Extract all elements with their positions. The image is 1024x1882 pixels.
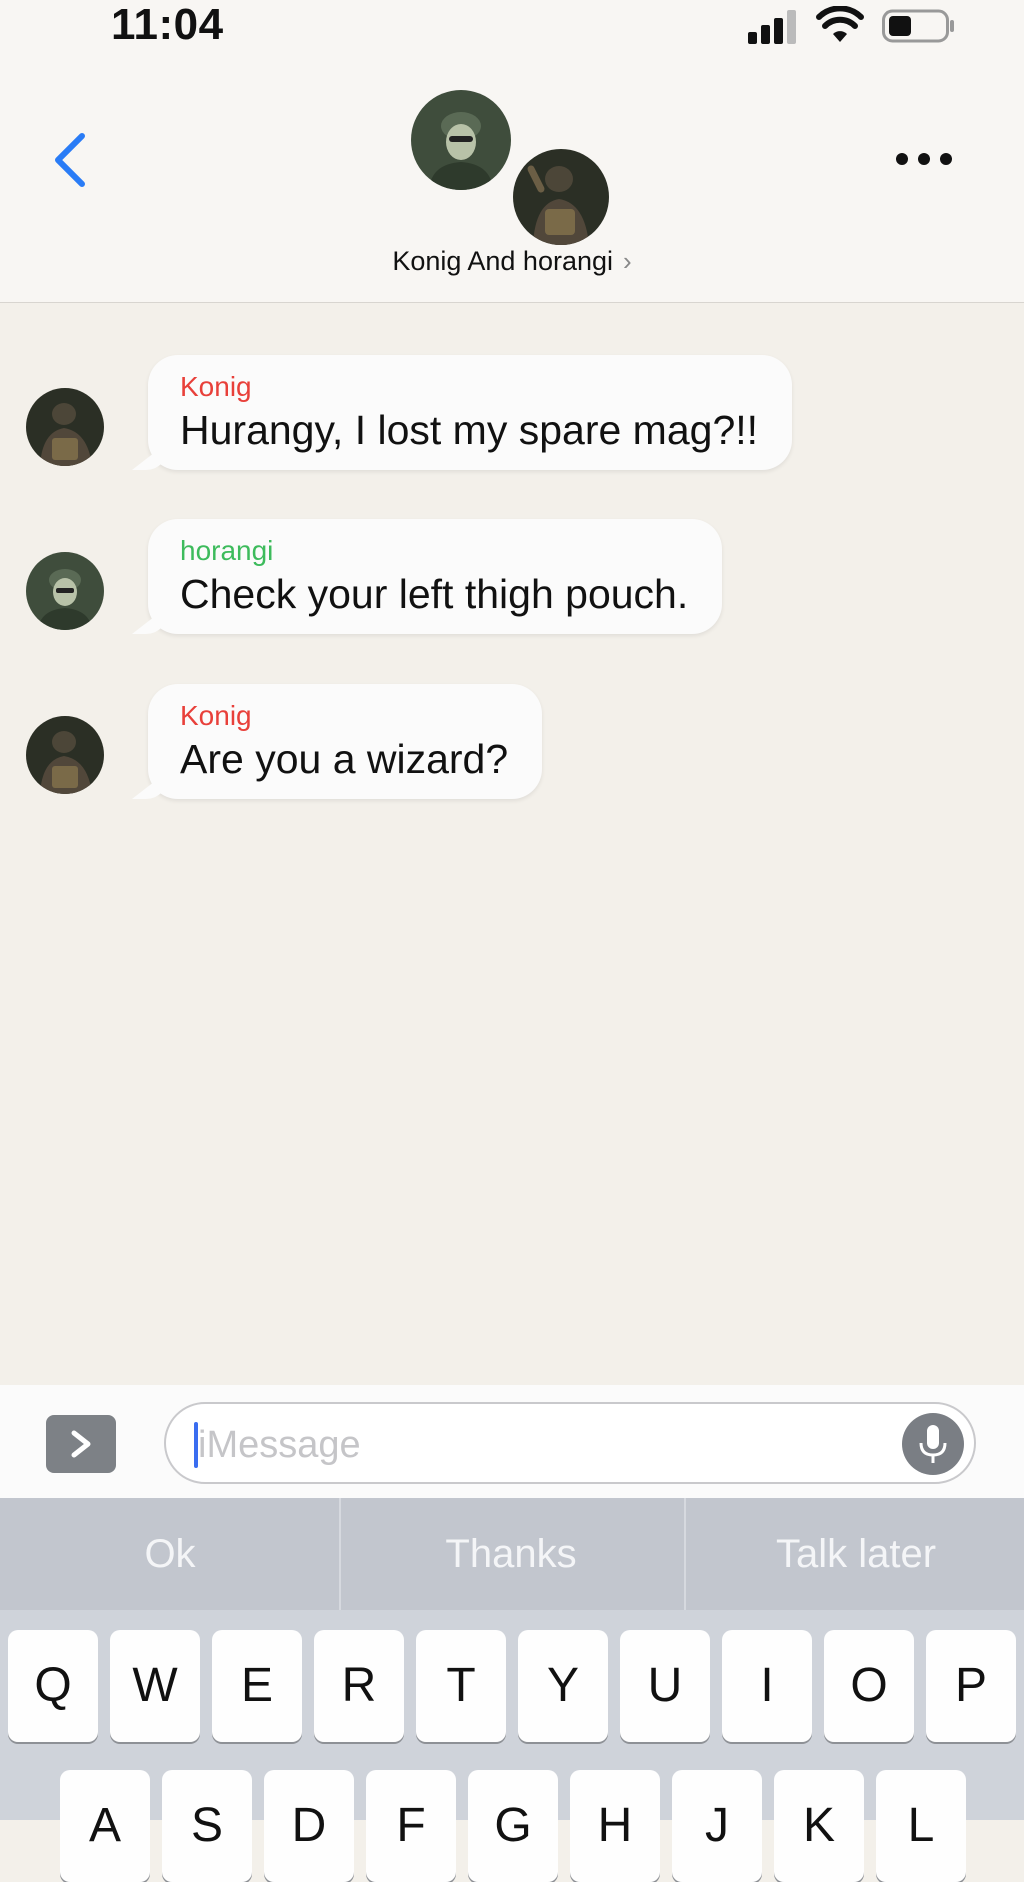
key-l[interactable]: L — [876, 1770, 966, 1882]
key-e[interactable]: E — [212, 1630, 302, 1742]
key-s[interactable]: S — [162, 1770, 252, 1882]
key-t[interactable]: T — [416, 1630, 506, 1742]
message-text: Check your left thigh pouch. — [180, 571, 689, 617]
message-bubble[interactable]: Konig Hurangy, I lost my spare mag?!! — [148, 355, 793, 470]
back-chevron-icon[interactable] — [48, 130, 92, 190]
avatar-horangi[interactable] — [26, 552, 104, 630]
avatar-konig[interactable] — [26, 388, 104, 466]
prediction-talk-later[interactable]: Talk later — [686, 1498, 1024, 1610]
predictive-bar: Ok Thanks Talk later — [0, 1498, 1024, 1610]
group-avatar-horangi[interactable] — [411, 90, 511, 190]
status-bar: 11:04 — [0, 0, 1024, 60]
battery-icon — [882, 9, 954, 43]
key-u[interactable]: U — [620, 1630, 710, 1742]
conversation-title[interactable]: Konig And horangi › — [0, 246, 1024, 277]
dictation-button[interactable] — [902, 1413, 964, 1475]
key-j[interactable]: J — [672, 1770, 762, 1882]
key-f[interactable]: F — [366, 1770, 456, 1882]
key-i[interactable]: I — [722, 1630, 812, 1742]
key-p[interactable]: P — [926, 1630, 1016, 1742]
group-avatar-konig[interactable] — [510, 146, 612, 248]
status-time: 11:04 — [111, 0, 224, 49]
apps-icon — [71, 1430, 91, 1458]
conversation-header: Konig And horangi › — [0, 60, 1024, 303]
key-y[interactable]: Y — [518, 1630, 608, 1742]
prediction-thanks[interactable]: Thanks — [341, 1498, 681, 1610]
key-a[interactable]: A — [60, 1770, 150, 1882]
key-r[interactable]: R — [314, 1630, 404, 1742]
message-sender: horangi — [180, 535, 274, 566]
key-q[interactable]: Q — [8, 1630, 98, 1742]
message-input-placeholder: iMessage — [198, 1424, 361, 1466]
keyboard: Ok Thanks Talk later Q W E R T Y U I O P… — [0, 1498, 1024, 1882]
prediction-ok[interactable]: Ok — [0, 1498, 340, 1610]
mic-icon — [919, 1425, 947, 1463]
message-bubble[interactable]: Konig Are you a wizard? — [148, 684, 543, 799]
key-d[interactable]: D — [264, 1770, 354, 1882]
conversation-title-text: Konig And horangi — [392, 246, 613, 276]
message-bubble[interactable]: horangi Check your left thigh pouch. — [148, 519, 723, 634]
message-sender: Konig — [180, 371, 252, 402]
compose-bar: iMessage — [0, 1385, 1024, 1498]
key-w[interactable]: W — [110, 1630, 200, 1742]
message-sender: Konig — [180, 700, 252, 731]
key-h[interactable]: H — [570, 1770, 660, 1882]
key-o[interactable]: O — [824, 1630, 914, 1742]
key-g[interactable]: G — [468, 1770, 558, 1882]
more-icon[interactable] — [892, 144, 956, 174]
chevron-right-icon: › — [623, 246, 632, 276]
message-text: Are you a wizard? — [180, 736, 509, 782]
avatar-konig[interactable] — [26, 716, 104, 794]
apps-button[interactable] — [46, 1415, 116, 1473]
wifi-icon — [816, 6, 864, 42]
key-k[interactable]: K — [774, 1770, 864, 1882]
signal-icon — [748, 10, 796, 44]
message-text: Hurangy, I lost my spare mag?!! — [180, 407, 759, 453]
message-input[interactable]: iMessage — [164, 1402, 976, 1484]
